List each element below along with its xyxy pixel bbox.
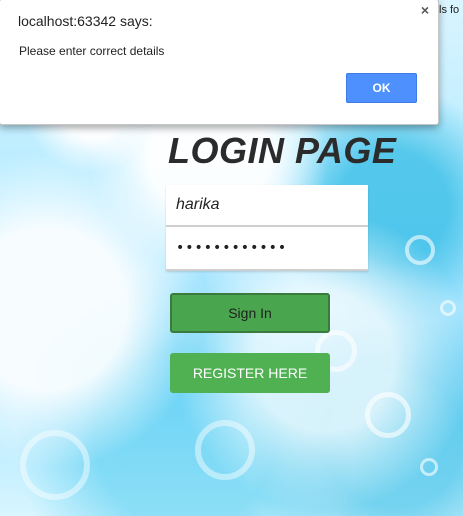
register-button[interactable]: REGISTER HERE — [170, 353, 330, 393]
decorative-bubble — [420, 458, 438, 476]
clipped-page-text: ls fo — [439, 4, 460, 16]
password-field[interactable] — [166, 227, 368, 271]
username-field[interactable] — [166, 185, 368, 227]
ok-button[interactable]: OK — [346, 73, 417, 103]
sign-in-button[interactable]: Sign In — [170, 293, 330, 333]
login-fields — [166, 185, 368, 271]
decorative-bubble — [365, 392, 411, 438]
decorative-bubble — [195, 420, 255, 480]
decorative-bubble — [20, 430, 90, 500]
alert-dialog: localhost:63342 says: × Please enter cor… — [0, 0, 439, 125]
alert-title: localhost:63342 says: — [18, 13, 153, 29]
alert-message: Please enter correct details — [19, 44, 165, 58]
decorative-bubble — [440, 300, 456, 316]
decorative-bubble — [405, 235, 435, 265]
page-title: LOGIN PAGE — [168, 130, 397, 171]
close-icon[interactable]: × — [418, 3, 432, 17]
